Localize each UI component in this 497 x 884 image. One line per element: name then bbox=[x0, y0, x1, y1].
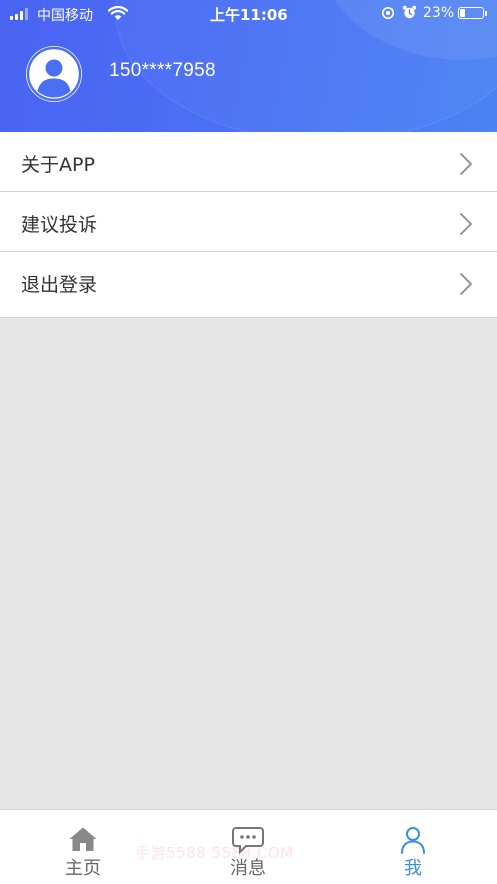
chevron-right-icon bbox=[460, 153, 472, 175]
orientation-lock-icon bbox=[382, 7, 394, 19]
menu-item-feedback[interactable]: 建议投诉 bbox=[0, 192, 497, 252]
tab-label: 我 bbox=[404, 858, 422, 879]
alarm-icon bbox=[402, 5, 417, 19]
battery-icon bbox=[458, 7, 484, 19]
person-icon bbox=[401, 827, 425, 854]
user-avatar-icon[interactable] bbox=[26, 46, 82, 102]
carrier-name: 中国移动 bbox=[37, 8, 93, 24]
clock: 上午11:06 bbox=[210, 6, 288, 24]
chevron-right-icon bbox=[460, 273, 472, 295]
profile-header: 中国移动 上午11:06 23% 150****7958 bbox=[0, 0, 497, 132]
tab-home[interactable]: 主页 bbox=[38, 810, 128, 884]
battery-level bbox=[460, 9, 465, 17]
chevron-right-icon bbox=[460, 213, 472, 235]
settings-menu: 关于APP 建议投诉 退出登录 bbox=[0, 132, 497, 318]
watermark: 手游5588 5588.COM bbox=[135, 844, 294, 862]
battery-percent: 23% bbox=[423, 5, 455, 21]
wifi-icon bbox=[108, 5, 128, 20]
menu-item-about-app[interactable]: 关于APP bbox=[0, 132, 497, 192]
menu-item-label: 退出登录 bbox=[21, 274, 98, 296]
tab-me[interactable]: 我 bbox=[368, 810, 458, 884]
home-icon bbox=[69, 827, 97, 851]
battery-tip bbox=[485, 11, 487, 16]
menu-item-label: 建议投诉 bbox=[21, 214, 98, 236]
status-bar: 中国移动 上午11:06 23% bbox=[0, 0, 497, 28]
user-phone-number: 150****7958 bbox=[109, 60, 216, 81]
menu-item-logout[interactable]: 退出登录 bbox=[0, 252, 497, 317]
menu-item-label: 关于APP bbox=[21, 154, 95, 176]
cellular-signal-icon bbox=[10, 8, 32, 20]
tab-label: 主页 bbox=[65, 858, 101, 879]
